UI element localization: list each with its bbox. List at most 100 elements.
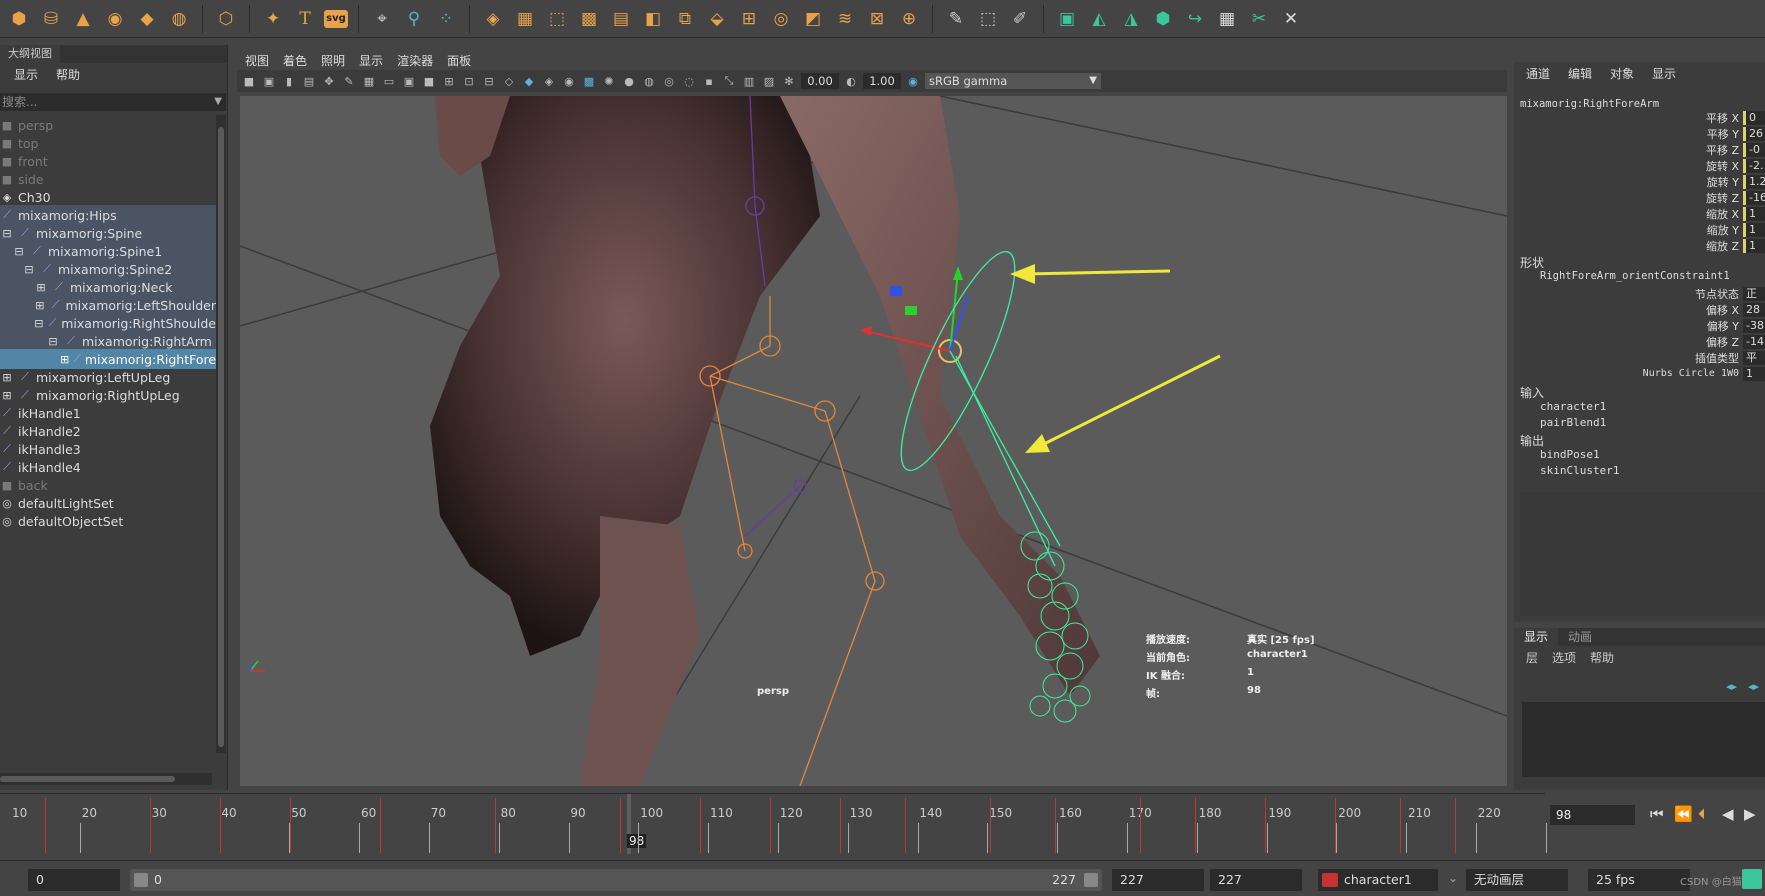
outliner-item-ikhandle4[interactable]: ⟋ ikHandle4: [0, 457, 216, 477]
attr-rotate-z[interactable]: 旋转 Z -16: [1706, 190, 1765, 205]
menu-object[interactable]: 对象: [1610, 65, 1634, 82]
chevron-down-icon[interactable]: ▼: [214, 93, 222, 111]
cube-icon[interactable]: ⬢: [6, 6, 32, 32]
menu-channels[interactable]: 通道: [1526, 65, 1550, 82]
input-node[interactable]: pairBlend1: [1540, 416, 1606, 429]
view-transform-icon[interactable]: ◉: [905, 73, 921, 89]
attr-value[interactable]: -38: [1743, 318, 1765, 333]
ao-icon[interactable]: ◍: [641, 73, 657, 89]
globe-icon[interactable]: ⊕: [896, 6, 922, 32]
safe-action-icon[interactable]: ⊡: [461, 73, 477, 89]
menu-view[interactable]: 视图: [245, 52, 269, 69]
disc-icon[interactable]: ◍: [166, 6, 192, 32]
menu-options[interactable]: 选项: [1552, 649, 1576, 666]
camera-select-icon[interactable]: ■: [241, 73, 257, 89]
attr-translate-x[interactable]: 平移 X 0: [1706, 110, 1765, 125]
distance-icon[interactable]: ⁘: [433, 6, 459, 32]
output-node[interactable]: bindPose1: [1540, 448, 1600, 461]
bridge-icon[interactable]: ⧉: [672, 6, 698, 32]
attr-offset-y[interactable]: 偏移 Y -38: [1707, 318, 1765, 333]
outliner-item-side[interactable]: ■ side: [0, 169, 216, 189]
expand-icon[interactable]: ⊞: [0, 371, 14, 384]
image-plane-icon[interactable]: ▤: [301, 73, 317, 89]
smooth-shade-icon[interactable]: ◆: [521, 73, 537, 89]
chevron-down-icon[interactable]: ⌄: [1448, 871, 1458, 885]
attr-value[interactable]: 26: [1743, 126, 1765, 141]
uv-shell-icon[interactable]: ◭: [1086, 6, 1112, 32]
collapse-icon[interactable]: ⊟: [12, 245, 26, 258]
platonic-icon[interactable]: ⬡: [213, 6, 239, 32]
checker-icon[interactable]: ▦: [1214, 6, 1240, 32]
attr-interp-type[interactable]: 插值类型平均: [1695, 350, 1765, 365]
torus-icon[interactable]: ◉: [102, 6, 128, 32]
collapse-icon[interactable]: ⊟: [0, 227, 14, 240]
attr-value[interactable]: 1: [1743, 238, 1765, 253]
anim-layer-field[interactable]: 无动画层: [1466, 869, 1568, 891]
outliner-item-persp[interactable]: ■ persp: [0, 115, 216, 135]
step-back-key-icon[interactable]: ⏪: [1674, 805, 1693, 823]
outliner-menu-help[interactable]: 帮助: [56, 66, 80, 83]
motion-blur-icon[interactable]: ◎: [661, 73, 677, 89]
smooth-icon[interactable]: ▩: [576, 6, 602, 32]
play-backwards-icon[interactable]: ◀: [1722, 805, 1734, 823]
isolate-icon[interactable]: ▪: [701, 73, 717, 89]
extrude-icon[interactable]: ◧: [640, 6, 666, 32]
expand-icon[interactable]: ⊞: [34, 281, 48, 294]
auto-key-icon[interactable]: [1742, 869, 1762, 889]
outliner-tab[interactable]: 大纲视图: [0, 45, 60, 63]
3d-viewport[interactable]: persp 播放速度: 真实 [25 fps] 当前角色: character1…: [240, 96, 1507, 786]
fps-field[interactable]: 25 fps: [1588, 869, 1690, 891]
colorspace-select[interactable]: sRGB gamma ▼: [925, 73, 1101, 89]
outliner-item-rightshoulder[interactable]: ⊟ ⟋ mixamorig:RightShoulde: [0, 313, 216, 333]
expand-icon[interactable]: ⊞: [0, 389, 14, 402]
layers-icon[interactable]: ≋: [832, 6, 858, 32]
outliner-item-rightupleg[interactable]: ⊞ ⟋ mixamorig:RightUpLeg: [0, 385, 216, 405]
collapse-icon[interactable]: ⊟: [34, 317, 44, 330]
sculpt-icon[interactable]: ⊠: [864, 6, 890, 32]
camera-attr-icon[interactable]: ▣: [261, 73, 277, 89]
attr-rotate-x[interactable]: 旋转 X -2.: [1706, 158, 1765, 173]
anim-start-field[interactable]: 0: [28, 869, 120, 891]
outliner-item-defaultobjectset[interactable]: ◎ defaultObjectSet: [0, 511, 216, 531]
bevel-icon[interactable]: ⬙: [704, 6, 730, 32]
outliner-vertical-scrollbar[interactable]: [216, 115, 226, 753]
scrollbar-thumb[interactable]: [0, 776, 175, 782]
extract-icon[interactable]: ⬚: [544, 6, 570, 32]
menu-edit[interactable]: 编辑: [1568, 65, 1592, 82]
attr-scale-y[interactable]: 缩放 Y 1: [1707, 222, 1765, 237]
exposure-icon[interactable]: ✻: [781, 73, 797, 89]
attr-offset-z[interactable]: 偏移 Z -14: [1706, 334, 1765, 349]
attr-scale-z[interactable]: 缩放 Z 1: [1706, 238, 1765, 253]
edit-icon[interactable]: ✐: [1007, 6, 1033, 32]
outliner-item-ikhandle2[interactable]: ⟋ ikHandle2: [0, 421, 216, 441]
current-frame-field[interactable]: 98: [1550, 805, 1635, 825]
wireframe-icon[interactable]: ◇: [501, 73, 517, 89]
attr-value[interactable]: -2.: [1743, 158, 1765, 173]
move-layer-down-icon[interactable]: ◂▸: [1748, 680, 1759, 693]
menu-show[interactable]: 显示: [1652, 65, 1676, 82]
collapse-icon[interactable]: ⊟: [46, 335, 60, 348]
shade-wire-icon[interactable]: ◈: [541, 73, 557, 89]
attr-value[interactable]: 1: [1743, 366, 1765, 381]
outliner-item-top[interactable]: ■ top: [0, 133, 216, 153]
sew-icon[interactable]: ✂: [1246, 6, 1272, 32]
attr-translate-y[interactable]: 平移 Y 26: [1707, 126, 1765, 141]
tab-display[interactable]: 显示: [1514, 628, 1559, 646]
outliner-item-rightarm[interactable]: ⊟ ⟋ mixamorig:RightArm: [0, 331, 216, 351]
locator-icon[interactable]: ⌖: [369, 6, 395, 32]
attr-offset-x[interactable]: 偏移 X 28: [1706, 302, 1765, 317]
text-icon[interactable]: T: [292, 6, 318, 32]
outliner-item-spine1[interactable]: ⊟ ⟋ mixamorig:Spine1: [0, 241, 216, 261]
attr-translate-z[interactable]: 平移 Z -0: [1706, 142, 1765, 157]
outliner-item-leftshoulder[interactable]: ⊞ ⟋ mixamorig:LeftShoulder: [0, 295, 216, 315]
2d-pan-icon[interactable]: ✥: [321, 73, 337, 89]
input-node[interactable]: character1: [1540, 400, 1606, 413]
exposure-field[interactable]: 0.00: [801, 73, 839, 89]
attr-value[interactable]: -16: [1743, 190, 1765, 205]
grid-icon[interactable]: ▦: [361, 73, 377, 89]
bookmark-icon[interactable]: ▮: [281, 73, 297, 89]
menu-help[interactable]: 帮助: [1590, 649, 1614, 666]
time-slider[interactable]: 98 10 20 30 40 50 60 70 80 90 100 110 120 130 140 150 1…: [0, 793, 1547, 854]
outliner-item-back[interactable]: ■ back: [0, 475, 216, 495]
safe-title-icon[interactable]: ⊟: [481, 73, 497, 89]
